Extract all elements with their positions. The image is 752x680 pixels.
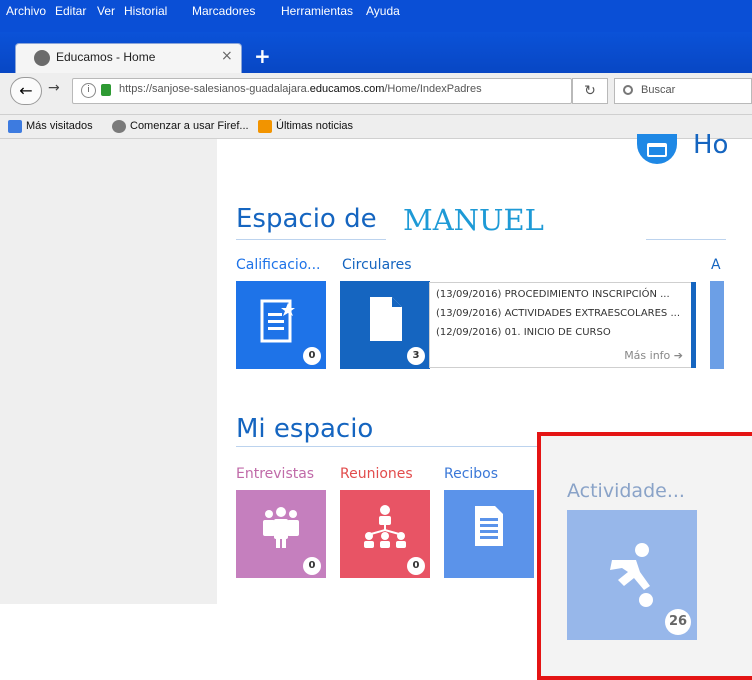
- divider: [236, 446, 546, 447]
- arrow-right-icon: →: [48, 80, 60, 96]
- reuniones-label[interactable]: Reuniones: [340, 466, 413, 482]
- entrevistas-tile[interactable]: 0: [236, 490, 326, 578]
- partial-tile[interactable]: [710, 281, 724, 369]
- forward-button[interactable]: →: [48, 80, 60, 96]
- menu-ver[interactable]: Ver: [97, 4, 115, 18]
- receipt-icon: [475, 506, 503, 546]
- reload-button[interactable]: ↻: [572, 78, 608, 104]
- count-badge: 0: [407, 557, 425, 575]
- calificaciones-label[interactable]: Calificacio...: [236, 257, 321, 273]
- circulares-accent-bar: [691, 282, 696, 368]
- menu-marcadores[interactable]: Marcadores: [192, 4, 255, 18]
- entrevistas-label[interactable]: Entrevistas: [236, 466, 314, 482]
- highlight-frame: Actividade... 26: [537, 432, 752, 680]
- menu-historial[interactable]: Historial: [124, 4, 167, 18]
- site-favicon-icon: [34, 50, 50, 66]
- divider: [236, 239, 386, 240]
- circulares-label[interactable]: Circulares: [342, 257, 412, 273]
- menu-ayuda[interactable]: Ayuda: [366, 4, 400, 18]
- document-star-icon: [260, 299, 295, 343]
- bookmark-comenzar[interactable]: Comenzar a usar Firef...: [130, 120, 249, 132]
- actividades-tile[interactable]: 26: [567, 510, 697, 640]
- calendar-icon[interactable]: [637, 134, 677, 164]
- menu-herramientas[interactable]: Herramientas: [281, 4, 353, 18]
- tab-educamos-home[interactable]: Educamos - Home ×: [15, 43, 242, 73]
- url-text: https://sanjose-salesianos-guadalajara.e…: [119, 83, 482, 95]
- circular-item[interactable]: (12/09/2016) 01. INICIO DE CURSO: [436, 327, 611, 338]
- lock-icon: [101, 84, 111, 96]
- menu-editar[interactable]: Editar: [55, 4, 86, 18]
- bookmark-ultimas-noticias[interactable]: Últimas noticias: [276, 120, 353, 132]
- mas-info-link[interactable]: Más info ➔: [624, 349, 683, 362]
- new-tab-button[interactable]: +: [254, 44, 271, 68]
- circular-item[interactable]: (13/09/2016) PROCEDIMIENTO INSCRIPCIÓN .…: [436, 289, 670, 300]
- globe-icon: [112, 120, 126, 133]
- reuniones-tile[interactable]: 0: [340, 490, 430, 578]
- close-tab-icon[interactable]: ×: [221, 48, 233, 64]
- header-partial-text: Ho: [693, 130, 729, 160]
- meeting-network-icon: [364, 505, 406, 548]
- soccer-player-icon: [610, 543, 653, 607]
- recibos-label[interactable]: Recibos: [444, 466, 498, 482]
- reload-icon: ↻: [584, 83, 596, 99]
- partial-tile-label: A: [711, 257, 721, 273]
- divider: [646, 239, 726, 240]
- url-bar[interactable]: i https://sanjose-salesianos-guadalajara…: [72, 78, 572, 104]
- people-group-icon: [263, 507, 299, 548]
- recibos-tile[interactable]: [444, 490, 534, 578]
- rss-feed-icon: [258, 120, 272, 133]
- sidebar: [0, 139, 217, 604]
- back-button[interactable]: ←: [10, 77, 42, 105]
- tab-title: Educamos - Home: [56, 50, 156, 64]
- circulares-tile[interactable]: 3: [340, 281, 430, 369]
- circulares-list: (13/09/2016) PROCEDIMIENTO INSCRIPCIÓN .…: [429, 282, 692, 368]
- count-badge: 0: [303, 347, 321, 365]
- count-badge: 0: [303, 557, 321, 575]
- menu-archivo[interactable]: Archivo: [6, 4, 46, 18]
- bookmark-mas-visitados[interactable]: Más visitados: [26, 120, 93, 132]
- info-icon[interactable]: i: [81, 83, 96, 98]
- arrow-left-icon: ←: [19, 81, 33, 100]
- actividades-label[interactable]: Actividade...: [567, 480, 685, 502]
- most-visited-icon: [8, 120, 22, 133]
- search-icon: [623, 85, 633, 95]
- count-badge: 3: [407, 347, 425, 365]
- student-name: MANUEL: [403, 203, 544, 237]
- search-placeholder: Buscar: [641, 84, 676, 96]
- espacio-title: Espacio de: [236, 204, 377, 234]
- menu-bar: Archivo Editar Ver Historial Marcadores …: [0, 0, 752, 32]
- mi-espacio-title: Mi espacio: [236, 414, 374, 444]
- count-badge: 26: [665, 609, 691, 635]
- document-icon: [370, 297, 402, 341]
- search-box[interactable]: Buscar: [614, 78, 752, 104]
- circular-item[interactable]: (13/09/2016) ACTIVIDADES EXTRAESCOLARES …: [436, 308, 680, 319]
- calificaciones-tile[interactable]: 0: [236, 281, 326, 369]
- arrow-circle-right-icon: ➔: [673, 349, 683, 362]
